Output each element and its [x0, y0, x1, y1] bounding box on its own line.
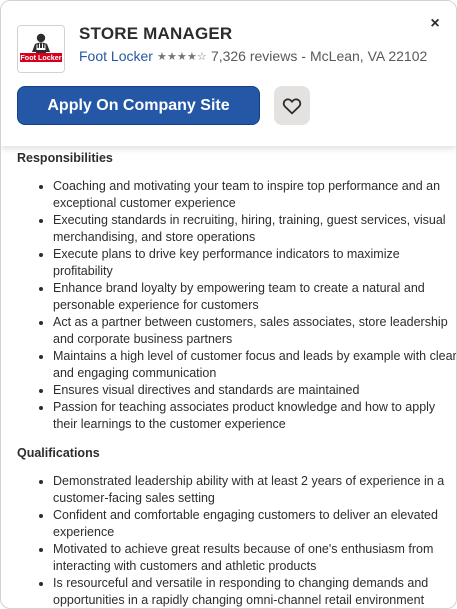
- heart-icon: [282, 97, 302, 114]
- list-item: Act as a partner between customers, sale…: [53, 314, 456, 348]
- save-job-button[interactable]: [274, 86, 310, 125]
- list-item: Execute plans to drive key performance i…: [53, 246, 456, 280]
- responsibilities-list: Coaching and motivating your team to ins…: [35, 178, 456, 433]
- job-location: McLean, VA 22102: [310, 48, 428, 64]
- list-item: Maintains a high level of customer focus…: [53, 348, 456, 382]
- reviews-count[interactable]: 7,326 reviews: [211, 48, 297, 64]
- list-item: Enhance brand loyalty by empowering team…: [53, 280, 456, 314]
- separator: -: [301, 48, 306, 64]
- company-logo[interactable]: Foot Locker: [17, 25, 65, 73]
- list-item: Executing standards in recruiting, hirin…: [53, 212, 456, 246]
- star-filled-icon: ★: [177, 50, 187, 63]
- logo-text: Foot Locker: [20, 53, 61, 62]
- company-link[interactable]: Foot Locker: [79, 48, 153, 64]
- job-header: Foot Locker STORE MANAGER Foot Locker ★ ★…: [1, 1, 456, 146]
- foot-locker-logo-icon: Foot Locker: [18, 26, 64, 72]
- rating-stars[interactable]: ★ ★ ★ ★ ☆: [157, 50, 207, 63]
- section-title-responsibilities: Responsibilities: [17, 151, 113, 165]
- star-filled-icon: ★: [187, 50, 197, 63]
- star-filled-icon: ★: [167, 50, 177, 63]
- list-item: Confident and comfortable engaging custo…: [53, 507, 456, 541]
- list-item: Passion for teaching associates product …: [53, 399, 456, 433]
- list-item: Motivated to achieve great results becau…: [53, 541, 456, 575]
- star-filled-icon: ★: [157, 50, 167, 63]
- list-item: Ensures visual directives and standards …: [53, 382, 456, 399]
- section-title-qualifications: Qualifications: [17, 446, 100, 460]
- job-details-panel: Foot Locker STORE MANAGER Foot Locker ★ ★…: [0, 0, 457, 609]
- list-item: Is resourceful and versatile in respondi…: [53, 575, 456, 608]
- qualifications-list: Demonstrated leadership ability with at …: [35, 473, 456, 608]
- job-title: STORE MANAGER: [79, 24, 233, 43]
- apply-button[interactable]: Apply On Company Site: [17, 86, 260, 125]
- company-info: Foot Locker ★ ★ ★ ★ ☆ 7,326 reviews - McLean…: [79, 48, 427, 64]
- star-empty-icon: ☆: [197, 50, 207, 63]
- list-item: Demonstrated leadership ability with at …: [53, 473, 456, 507]
- close-icon[interactable]: ×: [426, 15, 444, 33]
- job-description[interactable]: Responsibilities Coaching and motivating…: [1, 146, 456, 608]
- list-item: Coaching and motivating your team to ins…: [53, 178, 456, 212]
